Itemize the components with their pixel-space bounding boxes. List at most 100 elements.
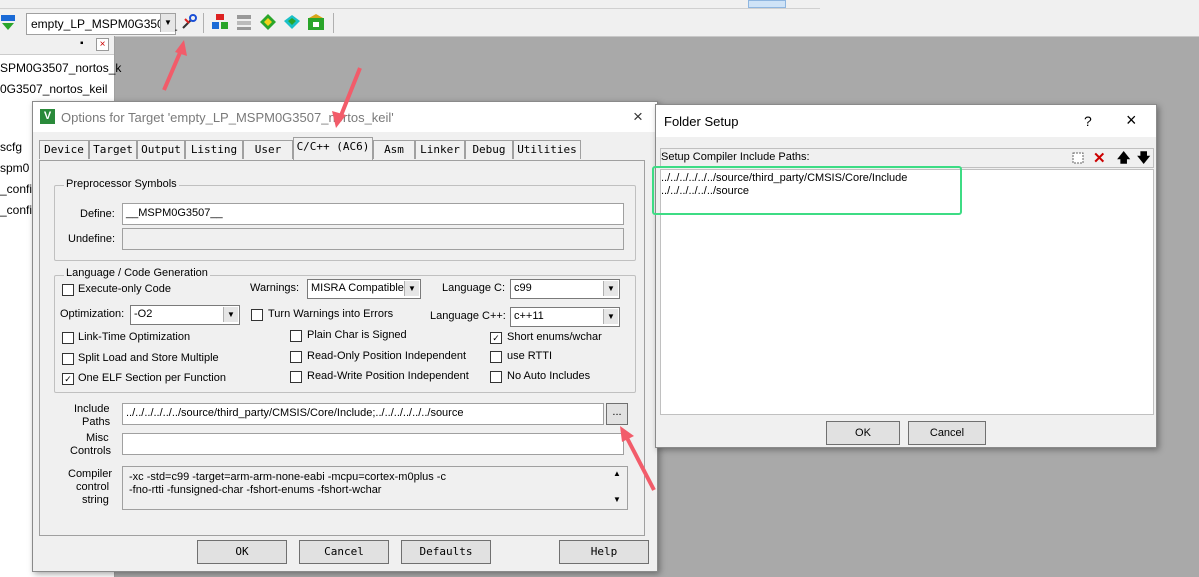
toolbar: empty_LP_MSPM0G3507_ ▼	[0, 0, 1199, 37]
cancel-button[interactable]: Cancel	[908, 421, 986, 445]
lto-label: Link-Time Optimization	[78, 331, 191, 343]
chevron-down-icon[interactable]: ▼	[404, 281, 419, 296]
language-group-label: Language / Code Generation	[64, 267, 210, 279]
ok-button[interactable]: OK	[826, 421, 900, 445]
tab-asm[interactable]: Asm	[373, 140, 415, 159]
annotation-arrow-toolbar	[158, 40, 188, 92]
undefine-label: Undefine:	[68, 233, 116, 245]
language-cpp-select[interactable]: c++11 ▼	[510, 307, 620, 327]
pack-installer-icon[interactable]	[259, 13, 277, 31]
rwpi-checkbox[interactable]	[290, 371, 302, 383]
project-item[interactable]: 0G3507_nortos_keil	[0, 82, 107, 96]
tab-user[interactable]: User	[243, 140, 293, 159]
compiler-control-label-3: string	[82, 494, 109, 506]
delete-icon[interactable]: ✕	[1093, 149, 1106, 167]
tab-linker[interactable]: Linker	[415, 140, 465, 159]
turn-warnings-label: Turn Warnings into Errors	[268, 308, 394, 320]
no-auto-label: No Auto Includes	[507, 370, 591, 382]
select-packs-icon[interactable]	[235, 13, 253, 31]
tab-listing[interactable]: Listing	[185, 140, 243, 159]
project-item[interactable]: SPM0G3507_nortos_k	[0, 61, 121, 75]
project-item[interactable]: _confi	[0, 203, 32, 217]
help-icon[interactable]: ?	[1084, 113, 1092, 129]
toolbar-separator	[333, 13, 334, 33]
tab-device[interactable]: Device	[39, 140, 89, 159]
keil-app-icon: V	[40, 109, 55, 124]
include-paths-list-header: Setup Compiler Include Paths: ✕ 🡅 🡇	[660, 148, 1154, 168]
language-c-select[interactable]: c99 ▼	[510, 279, 620, 299]
move-down-icon[interactable]: 🡇	[1137, 149, 1150, 171]
chevron-down-icon[interactable]: ▼	[223, 307, 238, 322]
scroll-down-icon[interactable]: ▼	[613, 495, 621, 504]
cancel-button[interactable]: Cancel	[299, 540, 389, 564]
project-item[interactable]: scfg	[0, 140, 22, 154]
options-dialog: V Options for Target 'empty_LP_MSPM0G350…	[32, 101, 658, 572]
misc-controls-label-1: Misc	[86, 432, 109, 444]
target-select[interactable]: empty_LP_MSPM0G3507_ ▼	[26, 13, 177, 35]
short-enums-checkbox[interactable]: ✓	[490, 332, 502, 344]
tab-debug[interactable]: Debug	[465, 140, 513, 159]
optimization-label: Optimization:	[60, 308, 125, 320]
toolbar-top-strip	[0, 0, 820, 9]
language-cpp-label: Language C++:	[430, 310, 506, 322]
rtti-checkbox[interactable]	[490, 351, 502, 363]
include-paths-input[interactable]: ../../../../../../source/third_party/CMS…	[122, 403, 604, 425]
ropi-label: Read-Only Position Independent	[307, 350, 466, 362]
pin-icon[interactable]: ▪	[80, 38, 84, 49]
rte-icon[interactable]	[283, 13, 301, 31]
chevron-down-icon[interactable]: ▼	[603, 309, 618, 324]
tab-target[interactable]: Target	[89, 140, 137, 159]
target-options-icon[interactable]	[180, 13, 198, 31]
warnings-select[interactable]: MISRA Compatible ▼	[307, 279, 421, 299]
plain-char-checkbox[interactable]	[290, 330, 302, 342]
include-paths-list-title: Setup Compiler Include Paths:	[661, 151, 810, 163]
chevron-down-icon[interactable]: ▼	[160, 14, 175, 32]
define-input[interactable]: __MSPM0G3507__	[122, 203, 624, 225]
annotation-arrow-browse	[614, 422, 658, 494]
misc-controls-input[interactable]	[122, 433, 624, 455]
plain-char-label: Plain Char is Signed	[307, 329, 407, 341]
project-item[interactable]: spm0	[0, 161, 29, 175]
folder-setup-titlebar: Folder Setup ? ×	[656, 105, 1156, 137]
path-highlight-box	[652, 166, 962, 215]
lto-checkbox[interactable]	[62, 332, 74, 344]
turn-warnings-checkbox[interactable]	[251, 309, 263, 321]
tab-cc-ac6[interactable]: C/C++ (AC6)	[293, 137, 373, 160]
one-elf-checkbox[interactable]: ✓	[62, 373, 74, 385]
manage-components-icon[interactable]	[211, 13, 229, 31]
rwpi-label: Read-Write Position Independent	[307, 370, 469, 382]
misc-controls-label-2: Controls	[70, 445, 111, 457]
help-button[interactable]: Help	[559, 540, 649, 564]
close-icon[interactable]: ×	[633, 107, 643, 127]
defaults-button[interactable]: Defaults	[401, 540, 491, 564]
include-paths-label-1: Include	[74, 403, 110, 415]
new-folder-icon[interactable]	[1071, 150, 1085, 164]
chevron-down-icon[interactable]: ▼	[603, 281, 618, 296]
close-icon[interactable]: ×	[1126, 110, 1137, 131]
no-auto-checkbox[interactable]	[490, 371, 502, 383]
split-load-checkbox[interactable]	[62, 353, 74, 365]
short-enums-label: Short enums/wchar	[507, 331, 602, 343]
rtti-label: use RTTI	[507, 350, 553, 362]
compiler-control-string[interactable]: -xc -std=c99 -target=arm-arm-none-eabi -…	[122, 466, 628, 510]
optimization-select[interactable]: -O2 ▼	[130, 305, 240, 325]
event-recorder-icon[interactable]	[307, 13, 325, 31]
close-icon[interactable]: ×	[96, 38, 109, 51]
tab-utilities[interactable]: Utilities	[513, 140, 581, 159]
tab-output[interactable]: Output	[137, 140, 185, 159]
include-paths-label-2: Paths	[82, 416, 111, 428]
highlight-button[interactable]	[748, 0, 786, 8]
undefine-input[interactable]	[122, 228, 624, 250]
ok-button[interactable]: OK	[197, 540, 287, 564]
warnings-label: Warnings:	[250, 282, 300, 294]
project-item[interactable]: _confi	[0, 182, 32, 196]
execute-only-checkbox[interactable]	[62, 284, 74, 296]
language-c-label: Language C:	[442, 282, 505, 294]
project-panel-header: ▪ ×	[0, 36, 114, 55]
folder-setup-title: Folder Setup	[664, 114, 739, 129]
toolbar-separator	[203, 13, 204, 33]
load-icon[interactable]	[0, 13, 16, 31]
move-up-icon[interactable]: 🡅	[1117, 149, 1130, 171]
ropi-checkbox[interactable]	[290, 351, 302, 363]
one-elf-label: One ELF Section per Function	[78, 372, 226, 384]
